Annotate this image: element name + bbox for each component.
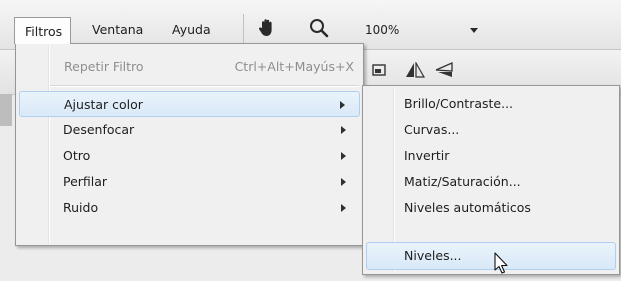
- menubar-separator: [243, 14, 244, 44]
- invertir-label: Invertir: [404, 148, 450, 163]
- dropdown-arrow-icon[interactable]: [470, 28, 478, 33]
- niveles-label: Niveles...: [404, 248, 462, 263]
- repetir-filtro-shortcut: Ctrl+Alt+Mayús+X: [234, 59, 354, 74]
- submenu-item-niveles[interactable]: Niveles...: [366, 242, 616, 270]
- submenu-item-matiz-saturacion[interactable]: Matiz/Saturación...: [366, 169, 616, 195]
- submenu-item-invertir[interactable]: Invertir: [366, 143, 616, 169]
- submenu-arrow-icon: [341, 204, 346, 212]
- menu-ventana-label: Ventana: [92, 22, 144, 37]
- submenu-arrow-icon: [341, 152, 346, 160]
- hand-tool-icon[interactable]: [254, 14, 280, 42]
- otro-label: Otro: [63, 148, 91, 163]
- brillo-contraste-label: Brillo/Contraste...: [404, 96, 514, 111]
- filtros-menu: Repetir Filtro Ctrl+Alt+Mayús+X Ajustar …: [15, 43, 364, 246]
- menu-item-ajustar-color[interactable]: Ajustar color: [19, 91, 360, 117]
- menu-divider: [50, 85, 359, 87]
- menu-item-perfilar[interactable]: Perfilar: [19, 169, 360, 195]
- zoom-level-value: 100%: [365, 23, 400, 37]
- perfilar-label: Perfilar: [63, 174, 108, 189]
- ajustar-color-label: Ajustar color: [64, 97, 143, 112]
- menu-item-otro[interactable]: Otro: [19, 143, 360, 169]
- repetir-filtro-label: Repetir Filtro: [64, 59, 144, 74]
- curvas-label: Curvas...: [404, 122, 460, 137]
- menu-filtros-label: Filtros: [25, 24, 63, 39]
- submenu-arrow-icon: [340, 101, 345, 109]
- submenu-item-brillo-contraste[interactable]: Brillo/Contraste...: [366, 91, 616, 117]
- ajustar-color-submenu: Brillo/Contraste... Curvas... Invertir M…: [362, 85, 620, 275]
- image-icon[interactable]: [372, 63, 386, 77]
- desenfocar-label: Desenfocar: [63, 122, 135, 137]
- submenu-arrow-icon: [341, 178, 346, 186]
- mouse-cursor-icon: [494, 252, 512, 276]
- menu-ventana[interactable]: Ventana: [92, 18, 143, 42]
- zoom-level[interactable]: 100%: [365, 18, 399, 42]
- menu-item-repetir-filtro[interactable]: Repetir Filtro Ctrl+Alt+Mayús+X: [64, 54, 354, 80]
- menu-filtros[interactable]: Filtros: [14, 17, 71, 44]
- menu-item-ruido[interactable]: Ruido: [19, 195, 360, 221]
- magnifier-icon[interactable]: [306, 14, 332, 42]
- menu-ayuda[interactable]: Ayuda: [172, 18, 211, 42]
- flip-horizontal-icon[interactable]: [404, 60, 426, 78]
- flip-vertical-icon[interactable]: [434, 62, 454, 78]
- submenu-item-niveles-automaticos[interactable]: Niveles automáticos: [366, 195, 616, 221]
- left-panel-strip: [0, 94, 12, 126]
- matiz-saturacion-label: Matiz/Saturación...: [404, 174, 521, 189]
- menu-ayuda-label: Ayuda: [172, 22, 211, 37]
- submenu-item-curvas[interactable]: Curvas...: [366, 117, 616, 143]
- submenu-arrow-icon: [341, 126, 346, 134]
- menu-item-desenfocar[interactable]: Desenfocar: [19, 117, 360, 143]
- niveles-automaticos-label: Niveles automáticos: [404, 200, 531, 215]
- ruido-label: Ruido: [63, 200, 99, 215]
